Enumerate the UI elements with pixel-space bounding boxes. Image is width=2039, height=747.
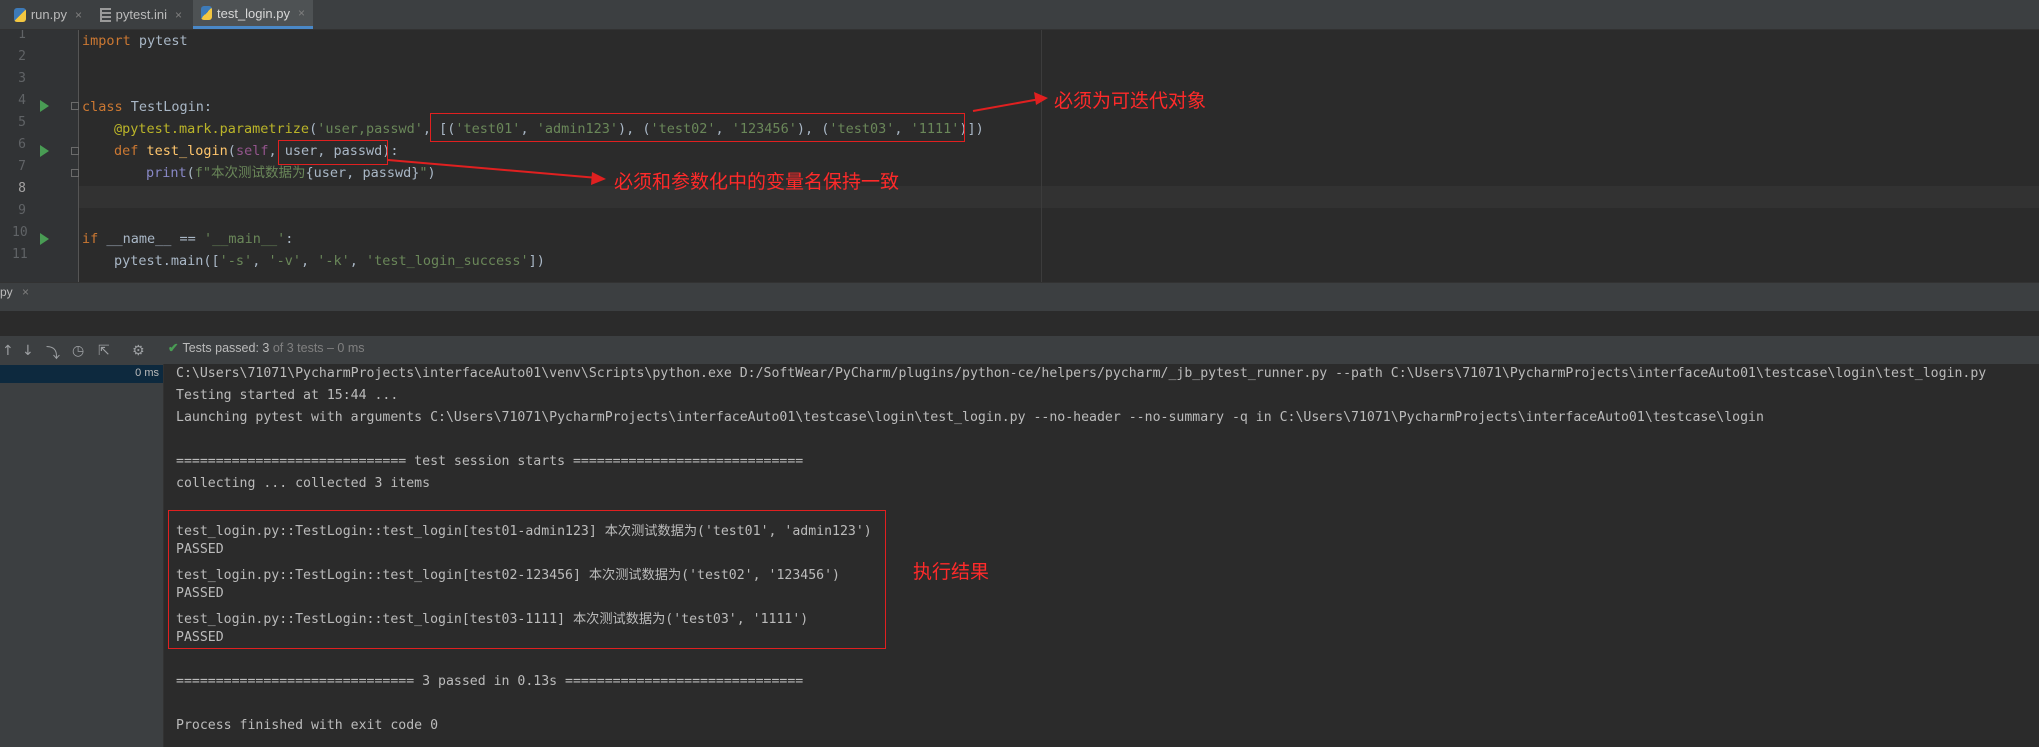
console-line: C:\Users\71071\PycharmProjects\interface…: [176, 366, 1987, 381]
close-icon[interactable]: ×: [22, 285, 29, 299]
result-note: 执行结果: [913, 561, 990, 583]
history-icon[interactable]: ◷: [72, 343, 84, 359]
result-highlight-box: [168, 510, 886, 649]
test-tree-item[interactable]: 0 ms: [0, 365, 163, 383]
check-icon: ✔: [168, 341, 179, 355]
arrow-down-icon[interactable]: ↓: [22, 343, 34, 359]
arrow-line: [972, 98, 1041, 112]
test-status: ✔ Tests passed: 3 of 3 tests – 0 ms: [168, 340, 365, 355]
panel-divider: [0, 282, 2039, 311]
param-name-note: 必须和参数化中的变量名保持一致: [614, 171, 900, 193]
status-label: Tests passed: 3: [182, 341, 270, 355]
console-line: Testing started at 15:44 ...: [176, 388, 399, 403]
console-line: ============================= test sessi…: [176, 454, 804, 469]
console-line: Launching pytest with arguments C:\Users…: [176, 410, 1764, 425]
console-line: ============================== 3 passed …: [176, 674, 804, 689]
iterable-note: 必须为可迭代对象: [1054, 90, 1207, 112]
gear-icon[interactable]: ⚙: [132, 343, 145, 359]
console-line: Process finished with exit code 0: [176, 718, 439, 733]
test-duration: 0 ms: [135, 367, 159, 379]
arrow-up-icon[interactable]: ↑: [2, 343, 14, 359]
test-tree-panel: [0, 364, 164, 747]
export-icon[interactable]: ⇱: [98, 343, 110, 359]
run-tab-label: py: [0, 285, 13, 299]
console-line: collecting ... collected 3 items: [176, 476, 431, 491]
arrow-head: [1034, 92, 1048, 105]
arrow-line: [387, 159, 599, 179]
status-detail: of 3 tests – 0 ms: [269, 341, 365, 355]
arrow-head: [591, 172, 606, 185]
run-tab[interactable]: py ×: [0, 285, 29, 299]
sort-icon[interactable]: ⤵: [46, 343, 60, 363]
